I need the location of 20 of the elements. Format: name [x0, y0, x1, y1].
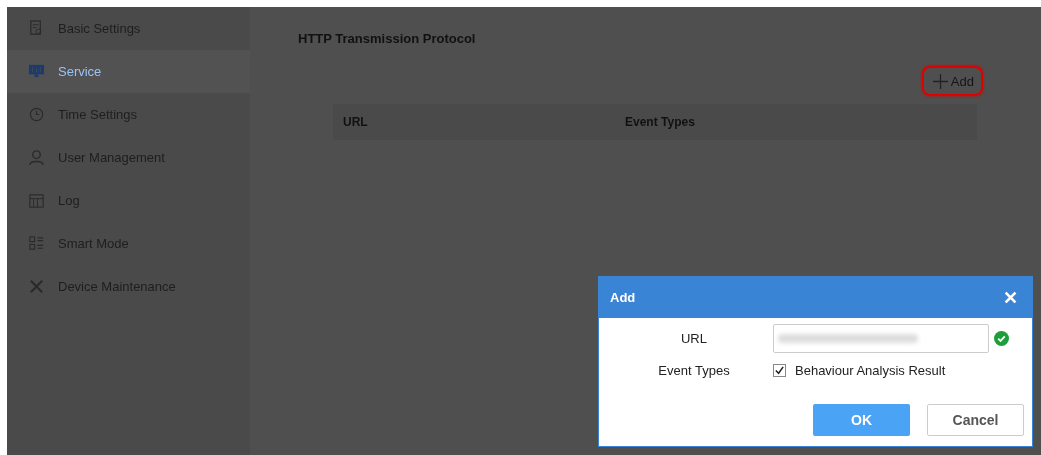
column-header: URL	[342, 115, 369, 129]
column-header: Event Types	[624, 115, 696, 129]
checkbox[interactable]	[773, 363, 786, 377]
url-input-field[interactable]	[773, 323, 989, 353]
plus-icon	[932, 74, 948, 89]
clock-icon	[28, 106, 45, 123]
add-button[interactable]: Add	[921, 66, 983, 96]
ok-button[interactable]: OK	[813, 404, 910, 436]
monitor-icon	[28, 63, 45, 80]
section-title: HTTP Transmission Protocol	[298, 31, 477, 46]
cancel-button[interactable]: Cancel	[927, 404, 1024, 436]
checkbox-label: Behaviour Analysis Result	[795, 362, 946, 378]
field-label: URL	[680, 330, 708, 346]
list-icon	[28, 235, 45, 252]
close-button[interactable]: ✕	[1001, 286, 1020, 309]
user-icon	[28, 149, 45, 166]
dialog-title: Add	[610, 290, 636, 305]
field-label: Event Types	[657, 362, 731, 378]
sidebar-item[interactable]: Service	[7, 50, 250, 93]
calendar-icon	[28, 192, 45, 209]
